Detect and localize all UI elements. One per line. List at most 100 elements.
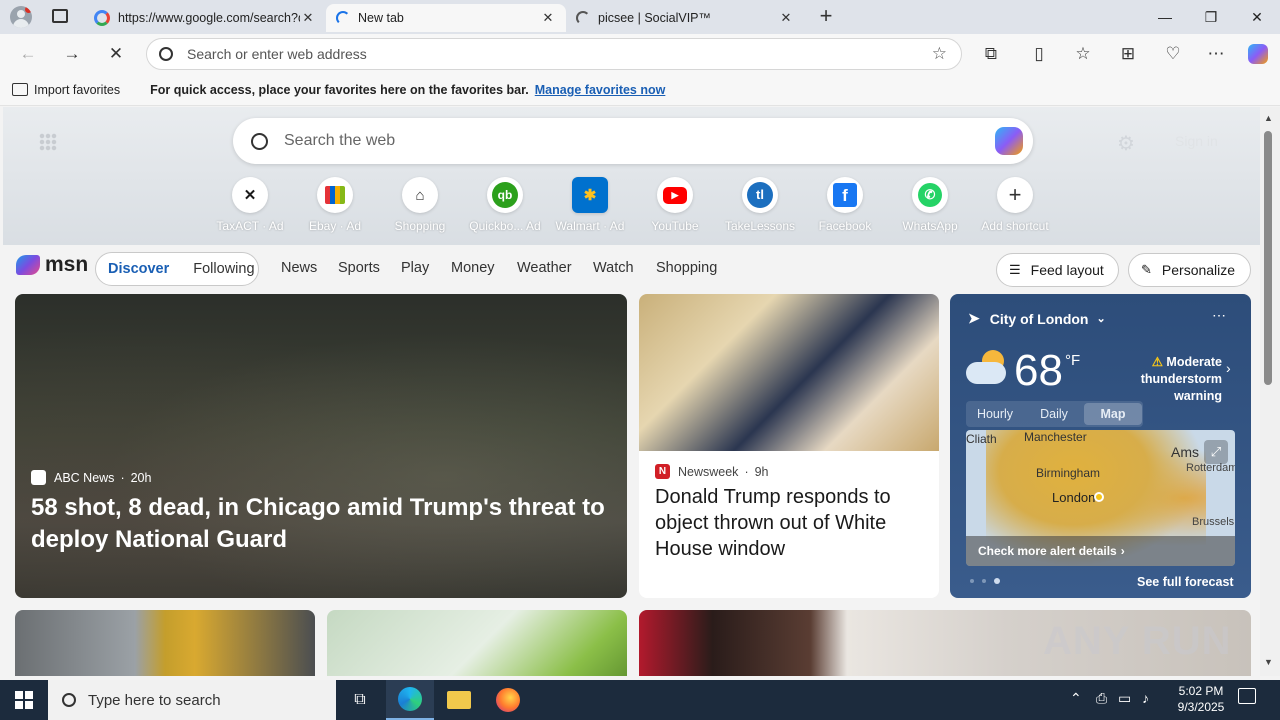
feed-layout-button[interactable]: ☰ Feed layout (996, 253, 1119, 287)
shortcut-facebook[interactable]: f Facebook (805, 177, 885, 233)
shortcut-taxact[interactable]: ✕ TaxACT · Ad (210, 177, 290, 233)
browser-essentials-icon[interactable]: ♡ (1157, 38, 1189, 70)
weather-map[interactable]: Cliath Manchester Birmingham London Ams … (966, 430, 1235, 566)
search-icon (251, 132, 268, 150)
shortcut-label: TakeLessons (724, 219, 796, 233)
stop-button[interactable]: ✕ (100, 38, 132, 70)
shortcut-youtube[interactable]: ▶ YouTube (635, 177, 715, 233)
notifications-icon[interactable] (1238, 688, 1256, 704)
scroll-down-arrow[interactable]: ▼ (1264, 657, 1273, 667)
close-tab-icon[interactable]: ✕ (300, 10, 316, 26)
full-forecast-link[interactable]: See full forecast (1137, 575, 1234, 589)
tab-discover[interactable]: Discover (108, 261, 169, 277)
profile-avatar[interactable] (10, 6, 32, 28)
nav-watch[interactable]: Watch (593, 260, 634, 276)
chevron-right-icon[interactable]: › (1226, 360, 1231, 376)
settings-gear-icon[interactable]: ⚙ (1117, 131, 1135, 156)
weather-location[interactable]: City of London (990, 311, 1089, 327)
import-favorites-icon[interactable] (12, 83, 28, 96)
tab-actions-icon[interactable] (52, 9, 68, 23)
shortcut-ebay[interactable]: Ebay · Ad (295, 177, 375, 233)
news-headline[interactable]: Donald Trump responds to object thrown o… (655, 484, 927, 562)
tab-google-search[interactable]: https://www.google.com/search?q= ✕ (84, 4, 326, 32)
news-card-main[interactable]: ABC News · 20h 58 shot, 8 dead, in Chica… (15, 294, 627, 598)
facebook-icon: f (827, 177, 863, 213)
expand-icon[interactable]: ⤢ (1204, 440, 1228, 464)
nav-shopping[interactable]: Shopping (656, 260, 717, 276)
split-screen-icon[interactable]: ▯ (1023, 38, 1055, 70)
close-tab-icon[interactable]: ✕ (540, 10, 556, 26)
favorite-star-icon[interactable]: ☆ (932, 44, 947, 64)
tab-new-tab[interactable]: New tab ✕ (326, 4, 566, 32)
copilot-icon[interactable] (995, 127, 1023, 155)
personalize-button[interactable]: ✎ Personalize (1128, 253, 1251, 287)
show-hidden-icons[interactable]: ⌃ (1070, 690, 1082, 707)
weather-card[interactable]: ➤ City of London ⌄ ⋯ 68 °F ⚠ Moderate th… (950, 294, 1251, 598)
manage-favorites-link[interactable]: Manage favorites now (535, 83, 666, 97)
msn-logo[interactable]: msn (16, 253, 88, 277)
news-card-row2-2[interactable] (327, 610, 627, 676)
scroll-thumb[interactable] (1264, 131, 1272, 385)
nav-weather[interactable]: Weather (517, 260, 572, 276)
address-bar[interactable]: Search or enter web address ☆ (146, 38, 962, 70)
personalize-icon: ✎ (1141, 262, 1152, 277)
copilot-icon[interactable] (1242, 38, 1274, 70)
weather-tab-hourly[interactable]: Hourly (966, 403, 1024, 425)
shortcut-quickbooks[interactable]: qb Quickbo... Ad (465, 177, 545, 233)
weather-alert[interactable]: ⚠ Moderate thunderstorm warning (1100, 354, 1222, 405)
alert-details-link[interactable]: Check more alert details › (966, 536, 1235, 566)
wifi-icon[interactable]: ▭ (1118, 690, 1131, 707)
shortcut-shopping[interactable]: ⌂ Shopping (380, 177, 460, 233)
nav-money[interactable]: Money (451, 260, 495, 276)
new-tab-button[interactable]: + (814, 5, 838, 28)
nav-play[interactable]: Play (401, 260, 429, 276)
nav-news[interactable]: News (281, 260, 317, 276)
news-headline[interactable]: 58 shot, 8 dead, in Chicago amid Trump's… (31, 492, 611, 556)
tab-title: picsee | SocialVIP™ (598, 11, 712, 25)
tab-picsee[interactable]: picsee | SocialVIP™ ✕ (566, 4, 804, 32)
settings-more-icon[interactable]: ⋯ (1200, 38, 1232, 70)
shortcut-label: Ebay (308, 219, 337, 233)
forward-button[interactable]: → (56, 38, 88, 70)
shortcut-label: TaxACT (216, 219, 259, 233)
minimize-button[interactable]: — (1142, 0, 1188, 34)
sign-in-button[interactable]: Sign in (1175, 133, 1218, 149)
tab-following[interactable]: Following (193, 261, 254, 277)
chevron-down-icon[interactable]: ⌄ (1097, 312, 1106, 325)
extensions-icon[interactable]: ⧉ (975, 38, 1007, 70)
quickbooks-icon: qb (487, 177, 523, 213)
file-explorer-icon[interactable] (435, 680, 483, 720)
weather-tab-map[interactable]: Map (1084, 403, 1142, 425)
more-options-icon[interactable]: ⋯ (1212, 307, 1226, 324)
restore-button[interactable]: ❐ (1188, 0, 1234, 34)
nav-sports[interactable]: Sports (338, 260, 380, 276)
google-icon (94, 10, 110, 26)
taskbar-search[interactable]: Type here to search (48, 680, 336, 720)
news-card-second[interactable]: N Newsweek · 9h Donald Trump responds to… (639, 294, 939, 598)
weather-tab-daily[interactable]: Daily (1025, 403, 1083, 425)
shortcut-walmart[interactable]: ✱ Walmart · Ad (550, 177, 630, 233)
back-button[interactable]: ← (12, 38, 44, 70)
import-favorites-button[interactable]: Import favorites (34, 83, 120, 97)
news-card-row2-1[interactable] (15, 610, 315, 676)
favorites-icon[interactable]: ☆ (1067, 38, 1099, 70)
edge-taskbar-icon[interactable] (386, 680, 434, 720)
ad-badge: · Ad (603, 219, 625, 233)
volume-icon[interactable]: ♪ (1142, 690, 1149, 706)
collections-icon[interactable]: ⊞ (1112, 38, 1144, 70)
taskbar-search-placeholder: Type here to search (88, 691, 221, 709)
scroll-up-arrow[interactable]: ▲ (1264, 113, 1273, 123)
task-view-icon[interactable]: ⧉ (336, 680, 384, 720)
close-window-button[interactable]: ✕ (1234, 0, 1280, 34)
web-search-box[interactable]: Search the web (233, 118, 1033, 164)
apps-launcher-icon[interactable] (39, 133, 57, 151)
page-scrollbar[interactable]: ▲ ▼ (1260, 107, 1280, 676)
shortcut-takelessons[interactable]: tl TakeLessons (720, 177, 800, 233)
clock[interactable]: 5:02 PM 9/3/2025 (1168, 683, 1234, 715)
shortcut-whatsapp[interactable]: ✆ WhatsApp (890, 177, 970, 233)
close-tab-icon[interactable]: ✕ (778, 10, 794, 26)
firefox-icon[interactable] (484, 680, 532, 720)
network-icon[interactable]: ⎙ (1096, 690, 1107, 707)
start-button[interactable] (0, 680, 48, 720)
shortcut-add[interactable]: + Add shortcut (975, 177, 1055, 233)
